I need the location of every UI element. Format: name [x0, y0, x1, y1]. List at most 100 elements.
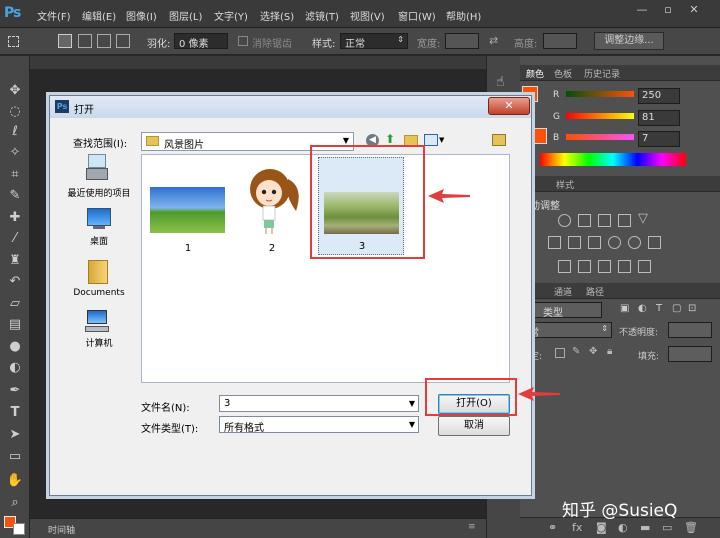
- close-icon[interactable]: ✕: [684, 2, 704, 18]
- minimize-icon[interactable]: —: [632, 2, 652, 18]
- red-value-input[interactable]: 250: [638, 88, 680, 104]
- menu-window[interactable]: 窗口(W): [398, 8, 436, 23]
- height-input[interactable]: [543, 33, 577, 49]
- layer-filter-select[interactable]: 类型: [522, 302, 602, 319]
- lock-all-icon[interactable]: 🔒︎: [607, 346, 612, 357]
- rectangle-tool-icon[interactable]: ▭: [5, 448, 25, 465]
- width-input[interactable]: [445, 33, 479, 49]
- menu-type[interactable]: 文字(Y): [214, 8, 248, 23]
- selective-color-icon[interactable]: [618, 260, 631, 273]
- marquee-preset-icon[interactable]: [8, 36, 19, 47]
- threshold-icon[interactable]: [598, 260, 611, 273]
- brush-tool-icon[interactable]: ⁄: [5, 230, 25, 247]
- green-value-input[interactable]: 81: [638, 110, 680, 126]
- intersect-selection-icon[interactable]: [116, 34, 130, 48]
- menu-help[interactable]: 帮助(H): [446, 8, 481, 23]
- delete-layer-icon[interactable]: 🗑︎: [684, 521, 698, 534]
- eraser-tool-icon[interactable]: ▱: [5, 295, 25, 312]
- chevron-down-icon[interactable]: ▼: [439, 136, 444, 144]
- filter-pixel-icon[interactable]: ▣: [620, 303, 629, 314]
- color-balance-icon[interactable]: [568, 236, 581, 249]
- zoom-tool-icon[interactable]: ⌕: [5, 494, 25, 511]
- adjustment-layer-icon[interactable]: ◐: [618, 521, 628, 534]
- lasso-tool-icon[interactable]: ℓ: [5, 123, 25, 140]
- black-white-icon[interactable]: [588, 236, 601, 249]
- swap-icon[interactable]: ⇄: [489, 34, 498, 47]
- lock-position-icon[interactable]: ✥: [589, 346, 597, 357]
- menu-edit[interactable]: 编辑(E): [82, 8, 116, 23]
- blend-mode-select[interactable]: 常 ⇕: [522, 322, 612, 339]
- opacity-input[interactable]: [668, 322, 712, 338]
- hue-saturation-icon[interactable]: [548, 236, 561, 249]
- marquee-tool-icon[interactable]: ◌: [5, 103, 25, 120]
- new-layer-icon[interactable]: ▭: [662, 521, 672, 534]
- filter-adjustment-icon[interactable]: ◐: [638, 303, 647, 314]
- tab-color[interactable]: 颜色: [526, 67, 544, 80]
- lock-pixels-icon[interactable]: ✎: [572, 346, 580, 357]
- clone-stamp-icon[interactable]: ♜: [5, 252, 25, 269]
- channel-mixer-icon[interactable]: [628, 236, 641, 249]
- filter-shape-icon[interactable]: ▢: [672, 303, 681, 314]
- path-selection-icon[interactable]: ➤: [5, 426, 25, 443]
- red-slider[interactable]: [566, 91, 634, 97]
- menu-view[interactable]: 视图(V): [350, 8, 385, 23]
- style-select[interactable]: 正常 ⇕: [340, 33, 408, 50]
- magic-wand-icon[interactable]: ✧: [5, 144, 25, 161]
- file-item-1[interactable]: 1: [148, 185, 228, 265]
- new-selection-icon[interactable]: [58, 34, 72, 48]
- file-item-2[interactable]: 2: [234, 165, 310, 265]
- hand-tool-icon[interactable]: ✋: [5, 472, 25, 489]
- place-documents[interactable]: Documents: [60, 256, 138, 308]
- blue-value-input[interactable]: 7: [638, 131, 680, 147]
- exposure-icon[interactable]: [618, 214, 631, 227]
- invert-icon[interactable]: [558, 260, 571, 273]
- blue-slider[interactable]: [566, 134, 634, 140]
- tab-styles[interactable]: 样式: [556, 178, 574, 191]
- dialog-close-button[interactable]: ✕: [488, 97, 530, 115]
- menu-layer[interactable]: 图层(L): [169, 8, 202, 23]
- gradient-map-icon[interactable]: [638, 260, 651, 273]
- place-desktop[interactable]: 桌面: [60, 204, 138, 256]
- dodge-tool-icon[interactable]: ◐: [5, 359, 25, 376]
- filetype-select[interactable]: 所有格式 ▼: [219, 416, 419, 434]
- subtract-selection-icon[interactable]: [97, 34, 111, 48]
- menu-image[interactable]: 图像(I): [126, 8, 157, 23]
- background-color-swatch[interactable]: [13, 523, 25, 535]
- filter-smart-icon[interactable]: ⊡: [688, 303, 696, 314]
- gesture-icon[interactable]: ☝: [496, 74, 505, 90]
- feather-input[interactable]: 0 像素: [174, 33, 228, 50]
- link-layers-icon[interactable]: ⚭: [548, 521, 557, 534]
- cancel-button[interactable]: 取消: [438, 416, 510, 436]
- menu-filter[interactable]: 滤镜(T): [305, 8, 339, 23]
- blur-tool-icon[interactable]: ●: [5, 338, 25, 355]
- eyedropper-icon[interactable]: ✎: [5, 187, 25, 204]
- color-spectrum-bar[interactable]: [540, 153, 686, 166]
- healing-brush-icon[interactable]: ✚: [5, 209, 25, 226]
- photo-filter-icon[interactable]: [608, 236, 621, 249]
- levels-icon[interactable]: [578, 214, 591, 227]
- timeline-label[interactable]: 时间轴: [48, 523, 75, 536]
- new-group-icon[interactable]: ▬: [640, 521, 650, 534]
- menu-select[interactable]: 选择(S): [260, 8, 294, 23]
- move-tool-icon[interactable]: ✥: [5, 82, 25, 99]
- antialias-checkbox[interactable]: [238, 36, 248, 46]
- dialog-title-bar[interactable]: Ps 打开 ✕: [50, 96, 531, 118]
- restore-icon[interactable]: ▫: [658, 2, 678, 18]
- green-slider[interactable]: [566, 113, 634, 119]
- tab-swatches[interactable]: 色板: [554, 67, 572, 80]
- refine-edge-button[interactable]: 调整边缘...: [594, 32, 664, 50]
- type-tool-icon[interactable]: T: [5, 404, 25, 421]
- tab-history[interactable]: 历史记录: [584, 67, 620, 80]
- brightness-icon[interactable]: [558, 214, 571, 227]
- panel-menu-icon[interactable]: ≡: [468, 522, 476, 532]
- lock-transparent-icon[interactable]: [555, 348, 565, 358]
- up-folder-icon[interactable]: ⬆: [385, 132, 395, 146]
- gradient-tool-icon[interactable]: ▤: [5, 316, 25, 333]
- background-color-swatch[interactable]: [531, 128, 547, 144]
- menu-file[interactable]: 文件(F): [37, 8, 71, 23]
- crop-tool-icon[interactable]: ⌗: [5, 166, 25, 183]
- filter-type-icon[interactable]: T: [656, 303, 662, 314]
- tab-paths[interactable]: 路径: [586, 285, 604, 298]
- tab-channels[interactable]: 通道: [554, 285, 572, 298]
- color-lookup-icon[interactable]: [648, 236, 661, 249]
